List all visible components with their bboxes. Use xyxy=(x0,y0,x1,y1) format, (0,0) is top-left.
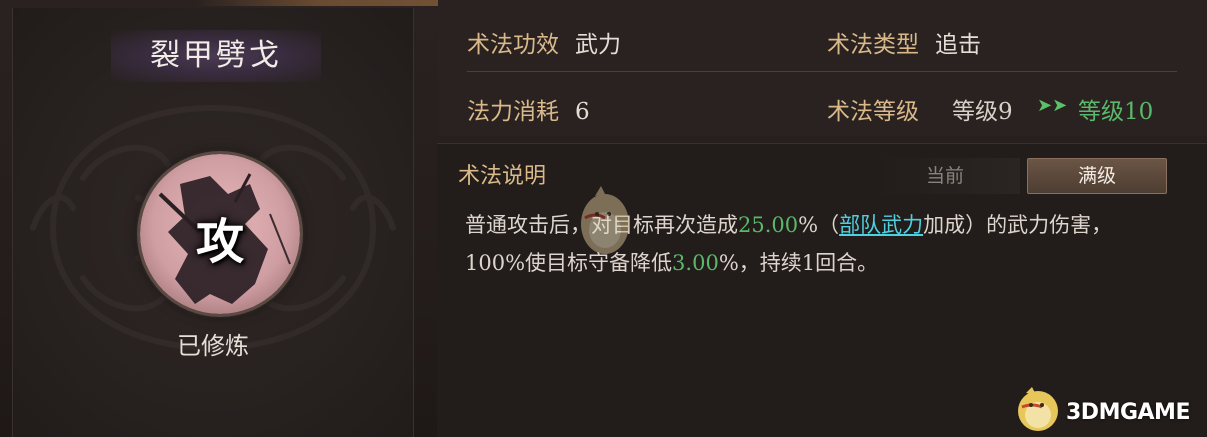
troop-force-link[interactable]: 部队武力 xyxy=(839,213,923,237)
stat-cost: 法力消耗 6 xyxy=(467,92,590,126)
stat-level-label: 术法等级 xyxy=(827,99,919,125)
tab-max-level[interactable]: 满级 xyxy=(1027,158,1167,194)
stat-cost-label: 法力消耗 xyxy=(467,99,559,125)
description-title: 术法说明 xyxy=(458,164,547,189)
stats-divider xyxy=(467,71,1177,72)
training-status: 已修炼 xyxy=(177,332,249,360)
damage-percent: 25.00 xyxy=(738,213,799,237)
skill-icon-panel: 裂甲劈戈 攻 已修炼 xyxy=(12,8,414,437)
description-line-2: 100%使目标守备降低3.00%，持续1回合。 xyxy=(465,244,1185,282)
skill-name: 裂甲劈戈 xyxy=(150,38,282,73)
desc-text-segment: %，持续1回合。 xyxy=(718,251,879,275)
stat-effect-value: 武力 xyxy=(575,32,621,58)
stat-type-label: 术法类型 xyxy=(827,32,919,58)
mascot-watermark-icon xyxy=(581,186,629,254)
skill-detail-screen: 裂甲劈戈 攻 已修炼 术法功效 武力 术法类型 追击 法力消耗 6 术法等级 等… xyxy=(0,0,1207,437)
stat-cost-value: 6 xyxy=(575,99,590,125)
defense-reduce-percent: 3.00 xyxy=(672,251,719,275)
desc-text-segment: 100%使目标守备降低 xyxy=(465,251,673,275)
double-chevron-right-icon: ➤➤ xyxy=(1037,95,1068,116)
tab-current[interactable]: 当前 xyxy=(870,158,1020,194)
stat-type-value: 追击 xyxy=(935,32,981,58)
stat-effect: 术法功效 武力 xyxy=(467,25,621,59)
level-current: 等级9 xyxy=(952,99,1013,125)
level-next: 等级10 xyxy=(1078,99,1154,125)
stat-effect-label: 术法功效 xyxy=(467,32,559,58)
desc-text-segment: %（ xyxy=(798,213,840,237)
watermark-text: 3DMGAME xyxy=(1066,400,1190,425)
skill-icon-button[interactable]: 攻 xyxy=(140,154,300,314)
attack-type-badge: 攻 xyxy=(195,214,244,270)
desc-text-segment: 加成）的武力伤害， xyxy=(923,213,1113,237)
description-line-1: 普通攻击后，对目标再次造成25.00%（部队武力加成）的武力伤害， xyxy=(465,206,1185,244)
stat-level: 术法等级 xyxy=(827,92,919,126)
stat-type: 术法类型 追击 xyxy=(827,25,981,59)
description-text: 普通攻击后，对目标再次造成25.00%（部队武力加成）的武力伤害， 100%使目… xyxy=(465,206,1185,282)
